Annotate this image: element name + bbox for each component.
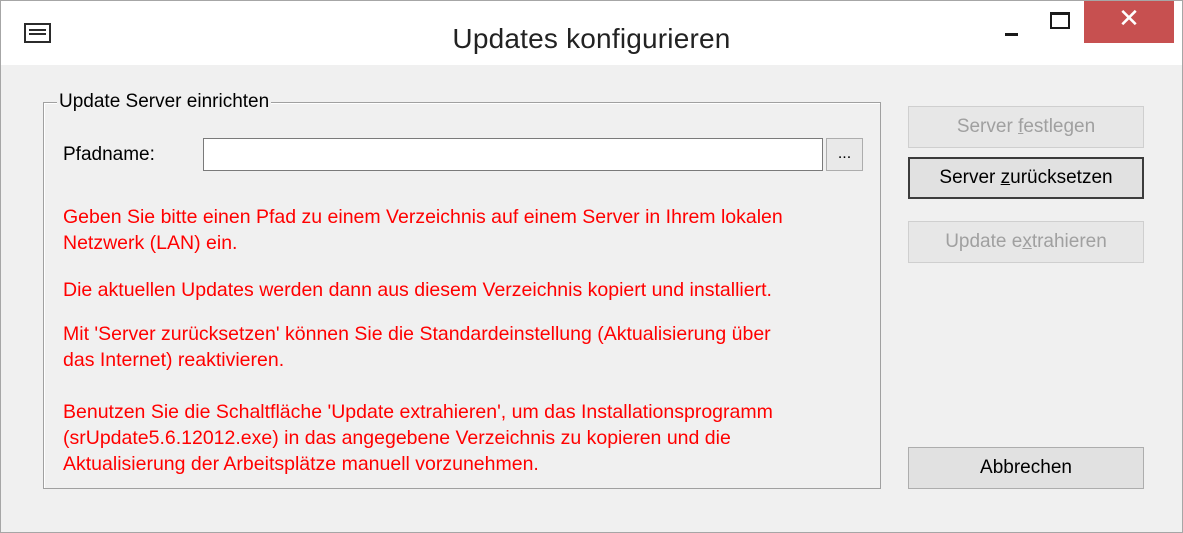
cancel-button[interactable]: Abbrechen [908,447,1144,489]
groupbox-legend: Update Server einrichten [57,91,272,113]
reset-server-button[interactable]: Server zurücksetzen [908,157,1144,199]
extract-update-label-pre: Update e [945,231,1023,252]
maximize-icon [1050,12,1070,29]
info-text-3-line-2: das Internet) reaktivieren. [63,349,285,371]
extract-update-label-post: trahieren [1031,231,1107,252]
browse-button[interactable]: ... [826,138,863,171]
dialog-window: Updates konfigurieren ✕ Update Server ei… [0,0,1183,533]
info-text-4-line-3: Aktualisierung der Arbeitsplätze manuell… [63,453,539,475]
close-button[interactable]: ✕ [1084,1,1174,43]
set-server-button[interactable]: Server festlegen [908,106,1144,148]
maximize-button[interactable] [1036,1,1078,43]
reset-server-label-accel: z [1000,167,1011,188]
title-bar[interactable]: Updates konfigurieren ✕ [1,1,1182,65]
path-label: Pfadname: [63,144,155,165]
info-text-1-line-1: Geben Sie bitte einen Pfad zu einem Verz… [63,206,783,228]
info-text-2-line-1: Die aktuellen Updates werden dann aus di… [63,279,772,301]
reset-server-label-post: urücksetzen [1010,167,1113,188]
close-icon: ✕ [1118,4,1140,34]
minimize-button[interactable] [991,1,1031,43]
info-text-4-line-1: Benutzen Sie die Schaltfläche 'Update ex… [63,401,773,423]
info-text-3-line-1: Mit 'Server zurücksetzen' können Sie die… [63,323,771,345]
reset-server-label-pre: Server [939,167,1001,188]
info-text-1-line-2: Netzwerk (LAN) ein. [63,232,238,254]
set-server-label-post: estlegen [1023,116,1096,137]
extract-update-label-accel: x [1022,231,1032,252]
info-text-4-line-2: (srUpdate5.6.12012.exe) in das angegeben… [63,427,731,449]
minimize-icon [1005,33,1018,36]
set-server-label-pre: Server [956,116,1019,137]
path-input[interactable] [203,138,823,171]
extract-update-button[interactable]: Update extrahieren [908,221,1144,263]
